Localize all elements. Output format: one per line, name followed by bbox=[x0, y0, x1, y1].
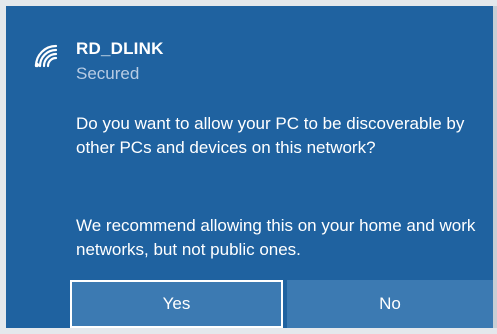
network-name: RD_DLINK bbox=[76, 39, 164, 58]
wifi-icon bbox=[34, 44, 58, 68]
yes-button[interactable]: Yes bbox=[70, 280, 283, 328]
recommendation-text: We recommend allowing this on your home … bbox=[76, 216, 476, 259]
network-panel: RD_DLINK Secured Do you want to allow yo… bbox=[6, 6, 493, 328]
network-status: Secured bbox=[76, 64, 140, 83]
no-button[interactable]: No bbox=[287, 280, 493, 328]
network-discovery-flyout: RD_DLINK Secured Do you want to allow yo… bbox=[0, 0, 497, 334]
discoverable-question: Do you want to allow your PC to be disco… bbox=[76, 114, 465, 157]
scrollbar-strip bbox=[493, 6, 497, 328]
